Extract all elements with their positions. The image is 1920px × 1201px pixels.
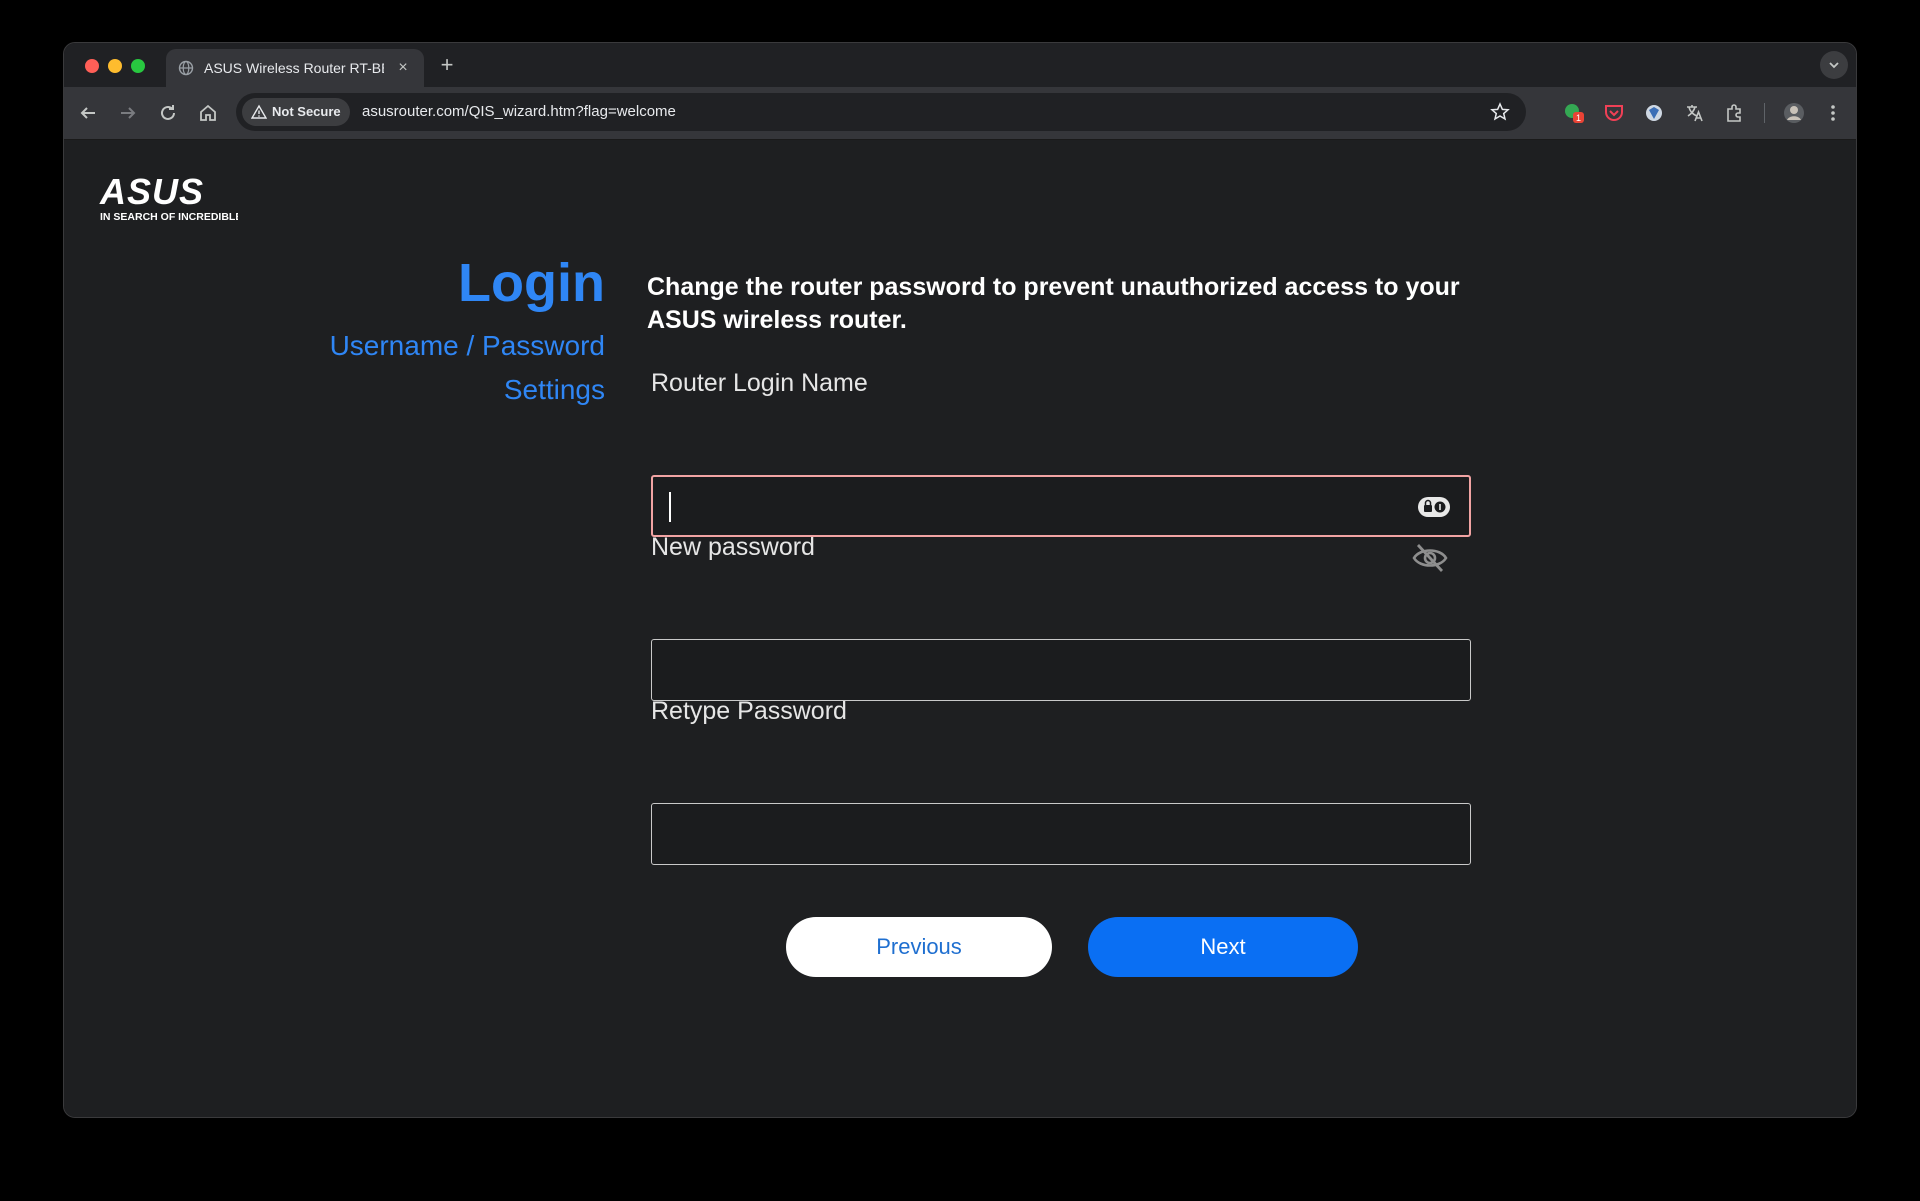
text-caret	[669, 492, 671, 522]
minimize-window-button[interactable]	[108, 59, 122, 73]
warning-icon	[251, 104, 267, 119]
security-chip[interactable]: Not Secure	[242, 98, 350, 126]
eye-slash-icon[interactable]	[1411, 541, 1449, 575]
home-icon[interactable]	[194, 99, 222, 127]
address-bar[interactable]: Not Secure asusrouter.com/QIS_wizard.htm…	[236, 93, 1526, 131]
router-login-name-label: Router Login Name	[651, 369, 868, 397]
security-chip-label: Not Secure	[272, 104, 341, 119]
next-button[interactable]: Next	[1088, 917, 1358, 977]
asus-logo-text: ASUS	[99, 174, 204, 212]
new-password-input[interactable]	[651, 639, 1471, 701]
translate-icon[interactable]	[1682, 101, 1706, 125]
browser-tab[interactable]: ASUS Wireless Router RT-BE ×	[166, 49, 424, 87]
pocket-icon[interactable]	[1602, 101, 1626, 125]
new-password-label: New password	[651, 533, 815, 561]
step-settings: Settings	[503, 374, 605, 405]
step-username-password: Username / Password	[329, 330, 605, 361]
bookmark-star-icon[interactable]	[1490, 102, 1510, 122]
form-description: Change the router password to prevent un…	[647, 273, 1460, 334]
browser-toolbar: Not Secure asusrouter.com/QIS_wizard.htm…	[64, 87, 1856, 140]
retype-password-label: Retype Password	[651, 697, 847, 725]
password-manager-icon[interactable]	[1417, 496, 1451, 518]
extensions-puzzle-icon[interactable]	[1722, 101, 1746, 125]
profile-avatar-icon[interactable]	[1782, 101, 1806, 125]
forward-arrow-icon[interactable]	[114, 99, 142, 127]
tab-search-button[interactable]	[1820, 51, 1848, 79]
toolbar-divider	[1764, 103, 1765, 123]
close-window-button[interactable]	[85, 59, 99, 73]
more-menu-icon[interactable]	[1821, 101, 1845, 125]
reload-icon[interactable]	[154, 99, 182, 127]
browser-window: ASUS Wireless Router RT-BE × + Not Secur…	[63, 42, 1857, 1118]
back-arrow-icon[interactable]	[74, 99, 102, 127]
globe-icon	[178, 60, 194, 76]
tab-strip: ASUS Wireless Router RT-BE × +	[64, 43, 1856, 87]
tab-close-icon[interactable]: ×	[392, 57, 414, 79]
asus-logo: ASUS IN SEARCH OF INCREDIBLE	[99, 174, 238, 223]
extension-badge: 1	[1576, 113, 1581, 123]
page-title: Login	[458, 253, 605, 313]
router-setup-page: ASUS IN SEARCH OF INCREDIBLE Login Usern…	[64, 140, 1856, 1117]
tab-title: ASUS Wireless Router RT-BE	[204, 60, 384, 76]
maximize-window-button[interactable]	[131, 59, 145, 73]
chevron-down-icon	[1829, 62, 1839, 69]
new-tab-button[interactable]: +	[434, 52, 460, 78]
shield-extension-icon[interactable]	[1642, 101, 1666, 125]
router-login-name-input[interactable]	[651, 475, 1471, 537]
retype-password-input[interactable]	[651, 803, 1471, 865]
asus-tagline: IN SEARCH OF INCREDIBLE	[100, 211, 238, 223]
extension-green-icon[interactable]: 1	[1562, 101, 1586, 125]
previous-button[interactable]: Previous	[786, 917, 1052, 977]
url-text[interactable]: asusrouter.com/QIS_wizard.htm?flag=welco…	[362, 93, 676, 131]
